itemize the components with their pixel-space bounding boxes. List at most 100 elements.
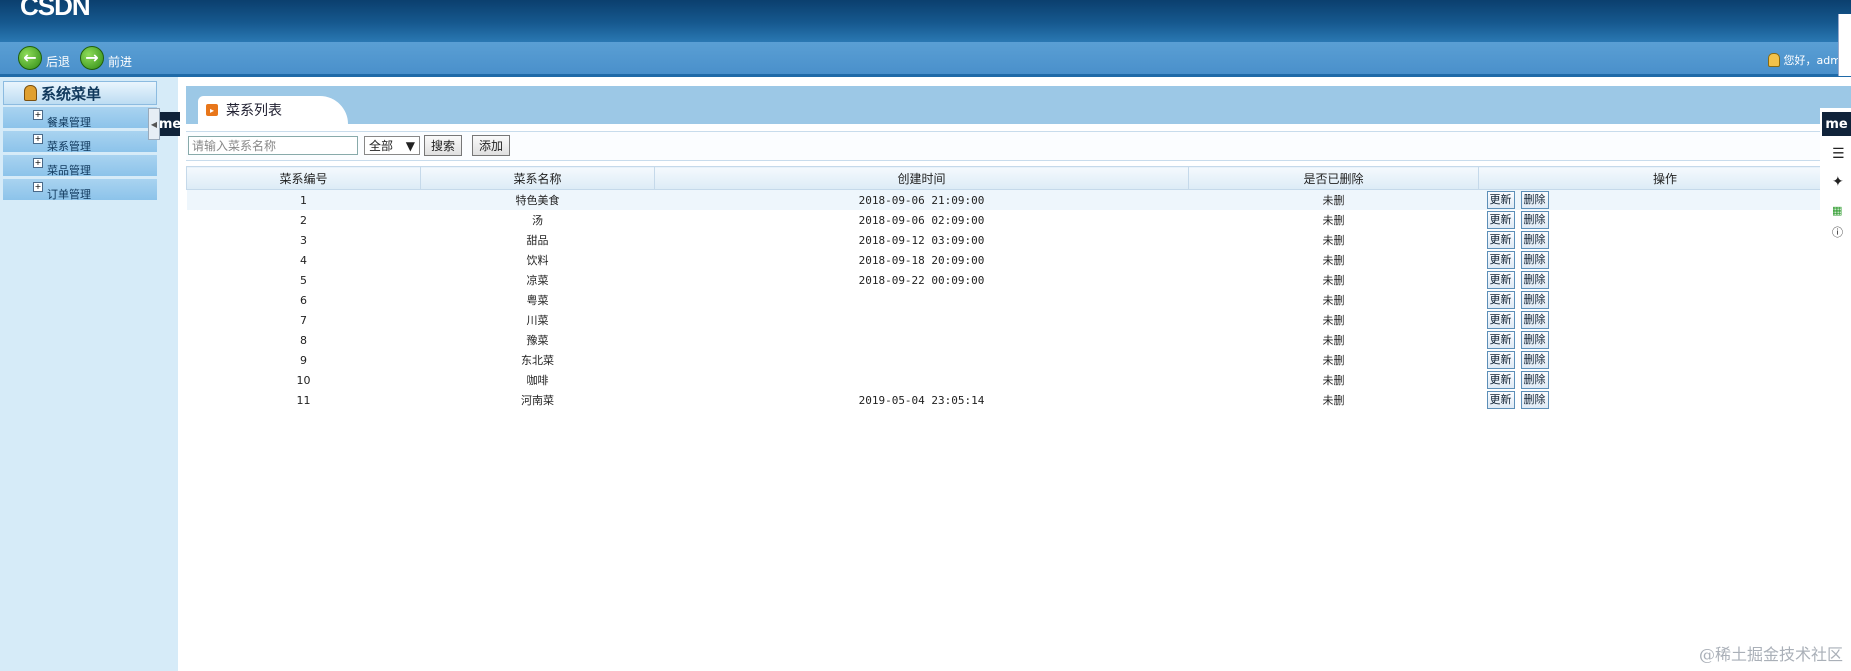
column-header: 操作 bbox=[1478, 166, 1851, 190]
update-button[interactable]: 更新 bbox=[1486, 251, 1515, 269]
cell-created-time bbox=[655, 290, 1189, 310]
update-button[interactable]: 更新 bbox=[1486, 271, 1515, 289]
cell-id: 11 bbox=[296, 393, 311, 407]
cell-deleted-status: 未删 bbox=[1322, 374, 1345, 387]
main-content: ▸ 菜系列表 全部 ▼ 搜索 添加 菜系编号 菜系名称 创建时间 是否已删除 操… bbox=[186, 86, 1851, 671]
delete-button[interactable]: 删除 bbox=[1520, 391, 1549, 409]
filter-select[interactable]: 全部 ▼ bbox=[364, 136, 420, 155]
cell-deleted-status: 未删 bbox=[1322, 354, 1345, 367]
cell-name: 凉菜 bbox=[526, 274, 549, 287]
cell-actions: 更新 删除 bbox=[1479, 390, 1851, 410]
delete-button[interactable]: 删除 bbox=[1520, 231, 1549, 249]
hamburger-menu-icon[interactable]: ☰ bbox=[1832, 146, 1845, 162]
delete-button[interactable]: 删除 bbox=[1520, 311, 1549, 329]
table-row: 8 豫菜 未删 更新 删除 bbox=[187, 330, 1851, 350]
sidebar-item-dish-management[interactable]: + 菜品管理 bbox=[3, 155, 157, 177]
delete-button[interactable]: 删除 bbox=[1520, 351, 1549, 369]
update-button[interactable]: 更新 bbox=[1486, 331, 1515, 349]
delete-button[interactable]: 删除 bbox=[1520, 331, 1549, 349]
cell-id: 7 bbox=[300, 313, 307, 327]
sidebar-item-cuisine-management[interactable]: + 菜系管理 bbox=[3, 131, 157, 153]
magic-wand-icon[interactable]: ✦ bbox=[1832, 174, 1844, 190]
column-header: 是否已删除 bbox=[1188, 166, 1479, 190]
forward-button[interactable]: → 前进 bbox=[80, 46, 132, 70]
delete-button[interactable]: 删除 bbox=[1520, 371, 1549, 389]
update-button[interactable]: 更新 bbox=[1486, 371, 1515, 389]
nav-bar: ← 后退 → 前进 您好，adm bbox=[0, 42, 1851, 77]
cell-actions: 更新 删除 bbox=[1478, 189, 1851, 210]
cell-actions: 更新 删除 bbox=[1479, 210, 1851, 230]
column-header: 创建时间 bbox=[654, 166, 1189, 190]
sidebar-item-order-management[interactable]: + 订单管理 bbox=[3, 179, 157, 201]
tab-strip: ▸ 菜系列表 bbox=[186, 86, 1851, 124]
table-row: 1 特色美食 2018-09-06 21:09:00 未删 更新 删除 bbox=[186, 189, 1851, 210]
delete-button[interactable]: 删除 bbox=[1520, 191, 1549, 209]
cell-deleted-status: 未删 bbox=[1322, 314, 1345, 327]
sidebar-item-table-management[interactable]: + 餐桌管理 bbox=[3, 107, 157, 129]
update-button[interactable]: 更新 bbox=[1486, 391, 1515, 409]
logo: CSDN bbox=[20, 0, 91, 21]
cell-id: 8 bbox=[300, 333, 307, 347]
search-input[interactable] bbox=[188, 136, 358, 155]
me-badge[interactable]: me bbox=[159, 112, 181, 136]
delete-button[interactable]: 删除 bbox=[1520, 211, 1549, 229]
cell-deleted-status: 未删 bbox=[1322, 234, 1345, 247]
cell-name: 特色美食 bbox=[420, 189, 655, 210]
update-button[interactable]: 更新 bbox=[1486, 211, 1515, 229]
cell-created-time bbox=[655, 370, 1189, 390]
cell-deleted-status: 未删 bbox=[1322, 214, 1345, 227]
cell-actions: 更新 删除 bbox=[1479, 330, 1851, 350]
table-row: 2 汤 2018-09-06 02:09:00 未删 更新 删除 bbox=[187, 210, 1851, 230]
cuisine-table: 菜系编号 菜系名称 创建时间 是否已删除 操作 1 特色美食 2018-09-06 … bbox=[186, 166, 1851, 410]
update-button[interactable]: 更新 bbox=[1486, 351, 1515, 369]
cell-actions: 更新 删除 bbox=[1479, 230, 1851, 250]
cell-id: 3 bbox=[300, 233, 307, 247]
forward-label: 前进 bbox=[108, 54, 133, 69]
expand-plus-icon: + bbox=[33, 110, 43, 120]
update-button[interactable]: 更新 bbox=[1486, 191, 1515, 209]
table-row: 4 饮料 2018-09-18 20:09:00 未删 更新 删除 bbox=[187, 250, 1851, 270]
cell-deleted-status: 未删 bbox=[1322, 254, 1345, 267]
cell-id: 2 bbox=[300, 213, 307, 227]
cell-actions: 更新 删除 bbox=[1479, 370, 1851, 390]
float-me-badge[interactable]: me bbox=[1822, 112, 1851, 136]
info-icon[interactable]: ⓘ bbox=[1832, 224, 1843, 240]
cell-deleted-status: 未删 bbox=[1322, 294, 1345, 307]
window-edge bbox=[1838, 14, 1851, 76]
cell-name: 川菜 bbox=[526, 314, 549, 327]
user-icon bbox=[1767, 53, 1780, 67]
cell-actions: 更新 删除 bbox=[1479, 350, 1851, 370]
delete-button[interactable]: 删除 bbox=[1520, 251, 1549, 269]
table-row: 6 粤菜 未删 更新 删除 bbox=[187, 290, 1851, 310]
cell-actions: 更新 删除 bbox=[1479, 310, 1851, 330]
user-greeting: 您好，adm bbox=[1767, 52, 1841, 68]
column-header: 菜系名称 bbox=[420, 166, 655, 190]
cell-name: 咖啡 bbox=[526, 374, 549, 387]
delete-button[interactable]: 删除 bbox=[1520, 291, 1549, 309]
update-button[interactable]: 更新 bbox=[1486, 231, 1515, 249]
cell-name: 汤 bbox=[532, 214, 543, 227]
table-row: 9 东北菜 未删 更新 删除 bbox=[187, 350, 1851, 370]
watermark: @稀土掘金技术社区 bbox=[1698, 645, 1843, 664]
cell-created-time: 2018-09-12 03:09:00 bbox=[858, 233, 985, 247]
delete-button[interactable]: 删除 bbox=[1520, 271, 1549, 289]
cell-created-time: 2019-05-04 23:05:14 bbox=[858, 393, 985, 407]
add-button[interactable]: 添加 bbox=[472, 135, 511, 156]
update-button[interactable]: 更新 bbox=[1486, 291, 1515, 309]
arrow-right-icon: → bbox=[80, 46, 104, 70]
cell-deleted-status: 未删 bbox=[1322, 394, 1345, 407]
tab-cuisine-list[interactable]: ▸ 菜系列表 bbox=[198, 96, 348, 124]
cell-id: 1 bbox=[186, 189, 421, 210]
sidebar-item-label: 菜品管理 bbox=[47, 164, 91, 177]
cell-deleted-status: 未删 bbox=[1322, 334, 1345, 347]
table-header: 菜系编号 菜系名称 创建时间 是否已删除 操作 bbox=[186, 166, 1851, 190]
back-button[interactable]: ← 后退 bbox=[18, 46, 70, 70]
search-button[interactable]: 搜索 bbox=[424, 135, 463, 156]
table-row: 10 咖啡 未删 更新 删除 bbox=[187, 370, 1851, 390]
table-row: 7 川菜 未删 更新 删除 bbox=[187, 310, 1851, 330]
table-row: 3 甜品 2018-09-12 03:09:00 未删 更新 删除 bbox=[187, 230, 1851, 250]
cast-icon[interactable]: ▦ bbox=[1832, 204, 1842, 217]
floating-toolbar: me ☰ ✦ ▦ ⓘ bbox=[1820, 108, 1851, 248]
cell-name: 豫菜 bbox=[526, 334, 549, 347]
update-button[interactable]: 更新 bbox=[1486, 311, 1515, 329]
